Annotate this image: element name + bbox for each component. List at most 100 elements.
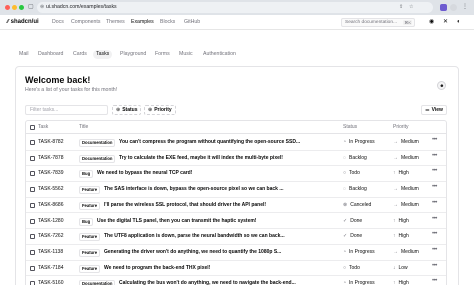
row-actions-icon[interactable]: ••• [432,137,437,144]
row-checkbox[interactable] [30,281,35,285]
row-checkbox[interactable] [30,234,35,240]
table-row[interactable]: TASK-7262 Feature The UTF8 application is … [26,229,446,245]
search-input[interactable]: Search documentation... ⌘K [341,18,415,27]
profile-icon[interactable] [450,4,457,11]
task-id: TASK-1280 [38,217,64,224]
status-icon: ○ [343,264,347,271]
status-text: In Progress [349,280,375,285]
nav-examples[interactable]: Examples [131,19,154,26]
nav-components[interactable]: Components [71,19,100,26]
row-actions-icon[interactable]: ••• [432,168,437,175]
table-header: Task Title Status Priority [26,121,446,134]
table-row[interactable]: TASK-7878 Documentation Try to calculate t… [26,151,446,167]
table-row[interactable]: TASK-5160 Documentation Calculating the bu… [26,276,446,285]
window-minimize-button[interactable] [12,5,17,10]
nav-github[interactable]: GitHub [184,19,200,26]
task-title: The UTF8 application is down, parse the … [104,233,285,240]
page-subtitle: Here's a list of your tasks for this mon… [25,87,118,93]
tab-authentication[interactable]: Authentication [203,51,236,58]
row-actions-icon[interactable]: ••• [432,200,437,207]
task-priority: ↑ High [393,218,409,225]
filter-tasks-input[interactable]: Filter tasks... [25,105,108,115]
row-checkbox[interactable] [30,202,35,208]
tab-music[interactable]: Music [179,51,193,58]
select-all-checkbox[interactable] [30,125,35,130]
task-label-badge: Feature [79,233,101,242]
table-row[interactable]: TASK-7184 Feature We need to program the b… [26,261,446,277]
task-status: ⊗ Canceled [343,202,371,209]
row-actions-icon[interactable]: ••• [432,263,437,270]
table-row[interactable]: TASK-8782 Documentation You can't compress… [26,135,446,151]
window-maximize-button[interactable] [19,5,24,10]
x-twitter-icon[interactable]: ✕ [443,19,448,26]
row-actions-icon[interactable]: ••• [432,216,437,223]
bookmark-star-icon[interactable]: ☆ [409,4,413,11]
task-id: TASK-7878 [38,154,64,161]
address-bar[interactable]: ⊜ ui.shadcn.com/examples/tasks ⇪ ☆ [37,2,433,13]
site-header: ⁄⁄ shadcn/ui Docs Components Themes Examp… [0,15,474,30]
table-row[interactable]: TASK-1280 Bug Use the digital TLS panel, t… [26,214,446,230]
table-row[interactable]: TASK-1138 Feature Generating the driver wo… [26,245,446,261]
window-close-button[interactable] [5,5,10,10]
status-icon: ◔ [343,139,347,145]
priority-arrow-icon: ↑ [393,280,396,285]
priority-filter-button[interactable]: ⊕ Priority [144,105,176,115]
row-actions-icon[interactable]: ••• [432,247,437,254]
share-icon[interactable]: ⇪ [399,4,403,11]
column-task[interactable]: Task [38,124,48,131]
row-actions-icon[interactable]: ••• [432,278,437,285]
table-row[interactable]: TASK-8686 Feature I'll parse the wireless … [26,198,446,214]
row-checkbox[interactable] [30,155,35,161]
row-checkbox[interactable] [30,140,35,145]
nav-blocks[interactable]: Blocks [160,19,175,26]
row-checkbox[interactable] [30,171,35,177]
row-checkbox[interactable] [30,187,35,193]
theme-toggle-icon[interactable]: ◐ [457,19,461,26]
row-checkbox[interactable] [30,249,35,255]
tab-tasks[interactable]: Tasks [93,50,113,59]
row-actions-icon[interactable]: ••• [432,231,437,238]
row-checkbox[interactable] [30,265,35,271]
task-status: ✓ Done [343,233,362,240]
priority-text: High [398,170,409,177]
tab-mail[interactable]: Mail [19,51,29,58]
status-filter-button[interactable]: ⊕ Status [112,105,142,115]
priority-arrow-icon: ↑ [393,233,396,240]
extension-icon[interactable] [440,4,447,11]
tab-dashboard[interactable]: Dashboard [38,51,63,58]
column-priority[interactable]: Priority [393,124,409,131]
status-icon: ◌ [343,154,346,161]
nav-docs[interactable]: Docs [52,19,64,26]
table-row[interactable]: TASK-7839 Bug We need to bypass the neural… [26,166,446,183]
task-priority: ↓ Low [393,265,408,272]
priority-text: Medium [401,139,419,145]
avatar[interactable]: ☻ [437,81,446,90]
nav-themes[interactable]: Themes [106,19,125,26]
page-title: Welcome back! [25,75,91,85]
status-text: In Progress [349,139,375,145]
row-actions-icon[interactable]: ••• [432,184,437,191]
column-status[interactable]: Status [343,124,357,131]
status-text: Backlog [348,154,367,161]
task-status: ◌ Backlog [343,155,367,162]
tab-playground[interactable]: Playground [120,51,146,58]
site-info-icon[interactable]: ⊜ [40,4,44,11]
column-title[interactable]: Title [79,124,88,131]
task-id: TASK-5562 [38,186,64,193]
tab-forms[interactable]: Forms [155,51,170,58]
tabs-icon[interactable]: ▢ [28,3,34,12]
view-options-button[interactable]: ⚌ View [421,105,447,115]
priority-arrow-icon: → [393,139,398,145]
task-id: TASK-5160 [38,280,64,285]
search-placeholder: Search documentation... [345,20,397,25]
row-actions-icon[interactable]: ••• [432,153,437,160]
row-checkbox[interactable] [30,218,35,224]
browser-menu-icon[interactable]: ⋮ [462,3,468,12]
github-icon[interactable]: ◉ [429,19,434,26]
priority-text: Medium [401,201,419,208]
tab-cards[interactable]: Cards [73,51,87,58]
table-row[interactable]: TASK-5562 Feature The SAS interface is dow… [26,182,446,198]
task-status: ◔ In Progress [343,249,375,256]
site-logo[interactable]: ⁄⁄ shadcn/ui [7,19,39,26]
task-priority: ↑ High [393,170,409,177]
